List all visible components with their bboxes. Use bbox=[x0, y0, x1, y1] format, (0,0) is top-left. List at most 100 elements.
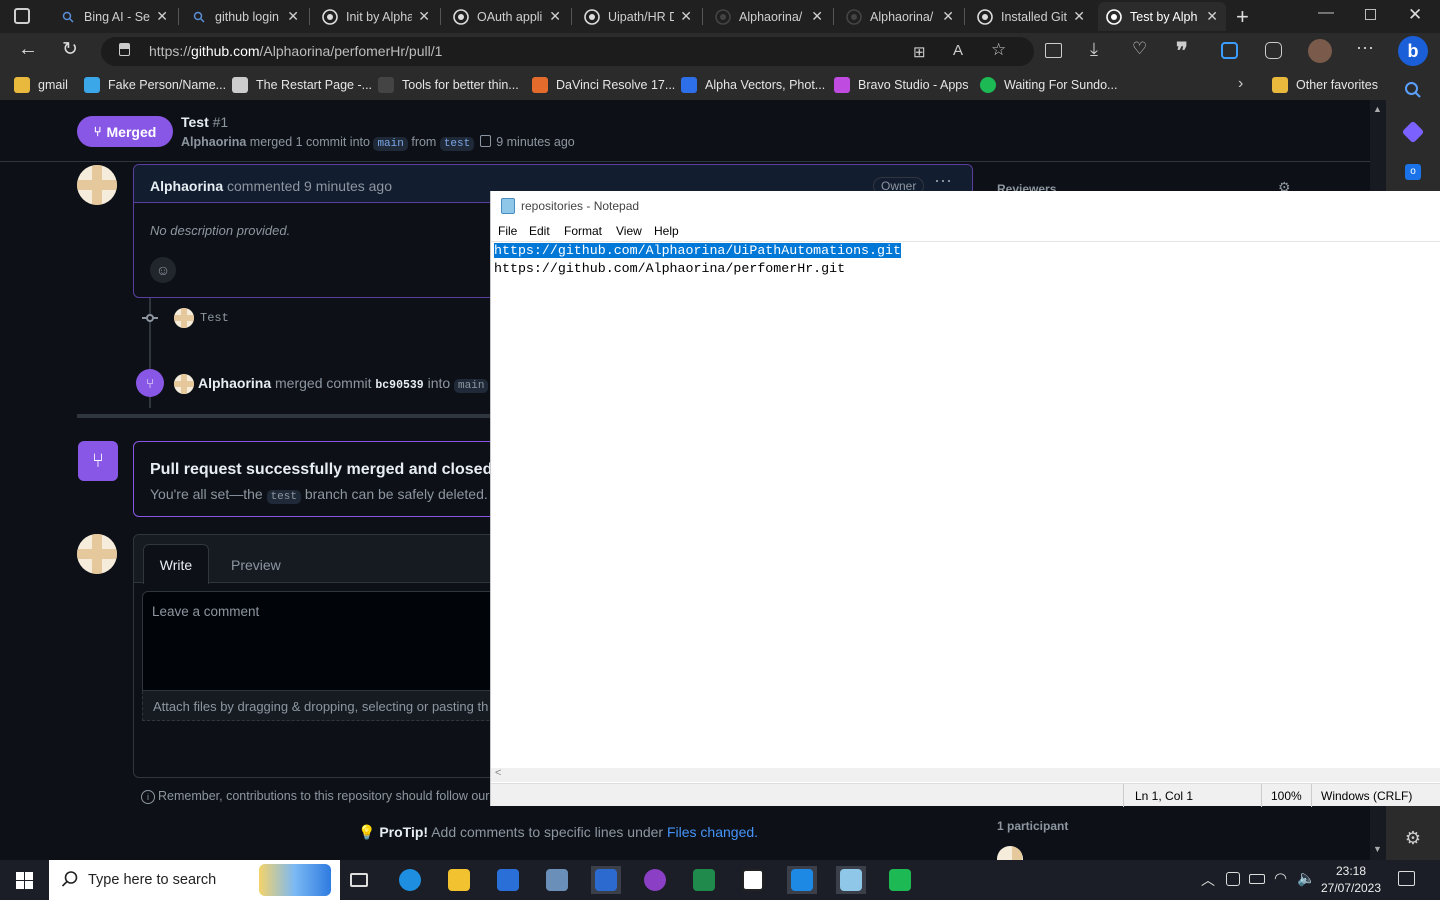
close-window-button[interactable]: ✕ bbox=[1408, 5, 1422, 25]
tab-actions-icon[interactable] bbox=[14, 8, 30, 24]
menu-help[interactable]: Help bbox=[654, 224, 679, 238]
new-tab-button[interactable]: + bbox=[1236, 4, 1249, 30]
participant-avatar[interactable] bbox=[997, 846, 1023, 860]
more-icon[interactable]: ⋯ bbox=[1356, 38, 1374, 59]
comment-menu-icon[interactable]: ⋯ bbox=[934, 171, 952, 192]
split-screen-icon[interactable] bbox=[1045, 43, 1062, 58]
fav-tools[interactable]: Tools for better thin... bbox=[378, 77, 519, 93]
favorite-star-icon[interactable]: ☆ bbox=[991, 40, 1006, 60]
start-button[interactable] bbox=[16, 872, 33, 889]
download-icon[interactable]: ⤓ bbox=[1090, 39, 1098, 60]
close-icon[interactable]: ✕ bbox=[942, 8, 954, 25]
scroll-down-arrow[interactable]: ▼ bbox=[1373, 844, 1382, 854]
close-icon[interactable]: ✕ bbox=[287, 8, 299, 25]
fav-alpha-vectors[interactable]: Alpha Vectors, Phot... bbox=[681, 77, 825, 93]
file-explorer-icon[interactable] bbox=[444, 866, 474, 894]
close-icon[interactable]: ✕ bbox=[418, 8, 430, 25]
close-icon[interactable]: ✕ bbox=[549, 8, 561, 25]
close-icon[interactable]: ✕ bbox=[1206, 8, 1218, 25]
outlook-icon[interactable]: o bbox=[1401, 160, 1425, 184]
tab-preview[interactable]: Preview bbox=[231, 557, 281, 573]
tab-installed-git[interactable]: Installed Git ✕ bbox=[969, 2, 1093, 31]
battery-icon[interactable] bbox=[1249, 874, 1265, 884]
tab-github-login[interactable]: github login ✕ bbox=[183, 2, 307, 31]
horizontal-scrollbar[interactable]: < bbox=[491, 767, 1440, 782]
commit-label[interactable]: Test bbox=[200, 311, 229, 325]
files-changed-link[interactable]: Files changed. bbox=[667, 824, 758, 840]
commit-sha[interactable]: bc90539 bbox=[375, 379, 423, 392]
tab-bing[interactable]: Bing AI - Sea ✕ bbox=[52, 2, 176, 31]
search-icon[interactable] bbox=[1401, 78, 1425, 102]
menu-format[interactable]: Format bbox=[564, 224, 602, 238]
url-bar[interactable]: https://github.com/Alphaorina/perfomerHr… bbox=[101, 37, 1034, 66]
tab-uipath[interactable]: Uipath/HR D ✕ bbox=[576, 2, 700, 31]
edge-icon[interactable] bbox=[1221, 42, 1238, 59]
notion-icon[interactable] bbox=[738, 866, 768, 894]
wifi-icon[interactable]: ◠ bbox=[1274, 869, 1287, 887]
tab-write[interactable]: Write bbox=[143, 544, 209, 584]
menu-view[interactable]: View bbox=[616, 224, 642, 238]
menu-file[interactable]: File bbox=[498, 224, 517, 238]
tab-alphaorina-1[interactable]: Alphaorina/ ✕ bbox=[707, 2, 831, 31]
scroll-up-arrow[interactable]: ▲ bbox=[1373, 104, 1382, 114]
tray-chevron-up-icon[interactable]: ︿ bbox=[1201, 870, 1215, 890]
copy-icon[interactable] bbox=[479, 135, 491, 147]
copilot-icon[interactable] bbox=[1401, 120, 1425, 144]
clock[interactable]: 23:18 27/07/2023 bbox=[1320, 863, 1382, 897]
extensions-icon[interactable] bbox=[1265, 42, 1282, 59]
quote-icon[interactable]: ❞ bbox=[1176, 38, 1188, 64]
chevron-right-icon[interactable]: › bbox=[1238, 75, 1243, 93]
app-icon[interactable] bbox=[542, 866, 572, 894]
merged-branch[interactable]: main bbox=[454, 379, 489, 393]
reaction-icon[interactable]: ☺ bbox=[150, 257, 176, 283]
task-view-icon[interactable] bbox=[344, 866, 374, 894]
close-icon[interactable]: ✕ bbox=[156, 8, 168, 25]
menu-edit[interactable]: Edit bbox=[529, 224, 550, 238]
refresh-icon[interactable]: ↻ bbox=[62, 38, 78, 61]
tab-init[interactable]: Init by Alpha ✕ bbox=[314, 2, 438, 31]
comment-author[interactable]: Alphaorina bbox=[150, 178, 223, 194]
health-icon[interactable]: ♡ bbox=[1132, 39, 1147, 59]
excel-icon[interactable] bbox=[689, 866, 719, 894]
notepad-text-area[interactable]: https://github.com/Alphaorina/UiPathAuto… bbox=[491, 241, 1440, 768]
edge-taskbar-icon[interactable] bbox=[395, 866, 425, 894]
restore-button[interactable] bbox=[1365, 9, 1376, 20]
notepad-taskbar-icon[interactable] bbox=[836, 866, 866, 894]
fav-gmail[interactable]: gmail bbox=[14, 77, 68, 93]
pr-author[interactable]: Alphaorina bbox=[181, 135, 246, 149]
github-desktop-icon[interactable] bbox=[640, 866, 670, 894]
apps-icon[interactable]: ⊞ bbox=[913, 43, 926, 61]
read-aloud-icon[interactable]: A bbox=[953, 42, 963, 59]
attach-files-bar[interactable]: Attach files by dragging & dropping, sel… bbox=[142, 691, 504, 721]
volume-icon[interactable]: 🔈 bbox=[1297, 869, 1316, 887]
fav-davinci[interactable]: DaVinci Resolve 17... bbox=[532, 77, 675, 93]
bing-icon[interactable]: b bbox=[1398, 36, 1428, 66]
close-icon[interactable]: ✕ bbox=[811, 8, 823, 25]
s-app-icon[interactable] bbox=[787, 866, 817, 894]
tab-oauth[interactable]: OAuth appli ✕ bbox=[445, 2, 569, 31]
close-icon[interactable]: ✕ bbox=[680, 8, 692, 25]
store-icon[interactable] bbox=[493, 866, 523, 894]
fav-other-favorites[interactable]: Other favorites bbox=[1272, 77, 1378, 93]
head-branch[interactable]: test bbox=[439, 137, 475, 151]
close-icon[interactable]: ✕ bbox=[1073, 8, 1085, 25]
powershell-icon[interactable] bbox=[591, 866, 621, 894]
base-branch[interactable]: main bbox=[373, 137, 408, 151]
fav-waiting[interactable]: Waiting For Sundo... bbox=[980, 77, 1117, 93]
taskbar-search[interactable]: Type here to search bbox=[49, 860, 340, 900]
fav-bravo[interactable]: Bravo Studio - Apps bbox=[834, 77, 968, 93]
fav-restart-page[interactable]: The Restart Page -... bbox=[232, 77, 372, 93]
notifications-icon[interactable] bbox=[1398, 871, 1415, 886]
settings-gear-icon[interactable]: ⚙ bbox=[1401, 826, 1425, 850]
back-icon[interactable]: ← bbox=[18, 38, 38, 61]
tab-test-active[interactable]: Test by Alph ✕ bbox=[1098, 2, 1226, 31]
fav-fake-person[interactable]: Fake Person/Name... bbox=[84, 77, 226, 93]
merged-author[interactable]: Alphaorina bbox=[198, 375, 271, 391]
comment-author-avatar[interactable] bbox=[77, 165, 117, 205]
scroll-left-arrow[interactable]: < bbox=[495, 767, 501, 779]
player-icon[interactable] bbox=[885, 866, 915, 894]
meet-now-icon[interactable] bbox=[1226, 872, 1240, 886]
comment-textarea[interactable]: Leave a comment bbox=[142, 591, 504, 691]
minimize-button[interactable]: — bbox=[1318, 4, 1334, 22]
tab-alphaorina-2[interactable]: Alphaorina/ ✕ bbox=[838, 2, 962, 31]
